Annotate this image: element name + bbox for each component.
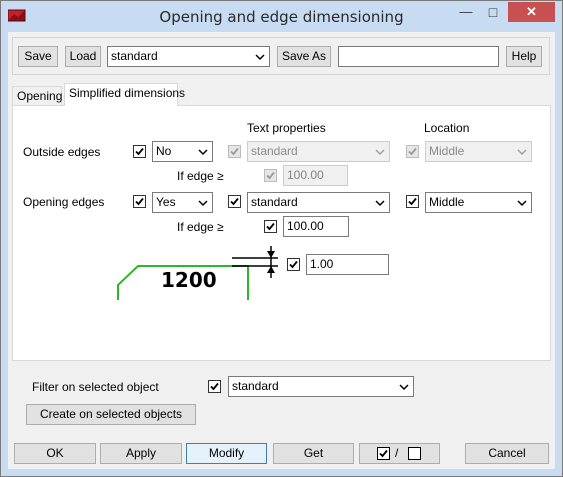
outside-if-edge-checkbox[interactable] — [264, 169, 277, 182]
minimize-button[interactable]: — — [453, 2, 479, 22]
load-button[interactable]: Load — [65, 46, 101, 67]
outside-edges-label: Outside edges — [23, 145, 101, 159]
get-button[interactable]: Get — [273, 443, 354, 464]
checkmark-icon — [230, 147, 239, 156]
outside-if-edge-input[interactable]: 100.00 — [283, 165, 348, 186]
checkmark-icon — [266, 222, 275, 231]
save-button[interactable]: Save — [18, 46, 58, 67]
opening-edges-dropdown-value: Yes — [156, 195, 176, 209]
filter-label: Filter on selected object — [32, 380, 159, 394]
opening-if-edge-input[interactable]: 100.00 — [283, 216, 349, 237]
cancel-button[interactable]: Cancel — [465, 443, 549, 464]
opening-if-edge-label: If edge ≥ — [177, 220, 224, 234]
outside-edges-location-value: Middle — [429, 144, 465, 158]
opening-edges-text-checkbox[interactable] — [228, 195, 241, 208]
checkmark-icon — [230, 197, 239, 206]
outside-edges-dropdown-value: No — [156, 144, 172, 158]
chevron-down-icon — [196, 142, 210, 161]
ok-button[interactable]: OK — [14, 443, 96, 464]
opening-edges-text-value: standard — [251, 195, 298, 209]
filter-dropdown-value: standard — [232, 379, 279, 393]
title-bar[interactable]: Opening and edge dimensioning — □ ✕ — [1, 1, 562, 32]
checkmark-icon — [135, 197, 144, 206]
save-as-name-input[interactable] — [338, 46, 499, 67]
create-on-selected-button[interactable]: Create on selected objects — [26, 404, 196, 425]
checkmark-icon — [210, 382, 219, 391]
chevron-down-icon — [253, 47, 267, 66]
filter-checkbox[interactable] — [208, 380, 221, 393]
chevron-down-icon — [515, 193, 529, 212]
dialog-window: Opening and edge dimensioning — □ ✕ Save… — [0, 0, 563, 477]
apply-button[interactable]: Apply — [100, 443, 182, 464]
location-header: Location — [424, 121, 470, 135]
chevron-down-icon — [515, 142, 529, 161]
chevron-down-icon — [196, 193, 210, 212]
preview-dimension-text: 1200 — [161, 268, 217, 292]
checkmark-icon — [135, 147, 144, 156]
checkmark-icon — [408, 197, 417, 206]
toggle-all-checkboxes-button[interactable]: / — [359, 443, 440, 464]
chevron-down-icon — [373, 142, 387, 161]
outside-if-edge-label: If edge ≥ — [177, 169, 224, 183]
tab-opening[interactable]: Opening — [12, 86, 62, 106]
close-button[interactable]: ✕ — [508, 2, 555, 22]
opening-edges-checkbox[interactable] — [133, 195, 146, 208]
unchecked-box-icon — [408, 447, 421, 460]
outside-edges-text-dropdown[interactable]: standard — [247, 141, 390, 162]
checkmark-icon — [289, 260, 298, 269]
outside-edges-location-checkbox[interactable] — [406, 145, 419, 158]
tab-simplified-dimensions[interactable]: Simplified dimensions — [64, 83, 185, 106]
opening-edges-location-checkbox[interactable] — [406, 195, 419, 208]
chevron-down-icon — [397, 377, 411, 396]
chevron-down-icon — [373, 193, 387, 212]
filter-dropdown[interactable]: standard — [228, 376, 414, 397]
opening-edges-location-dropdown[interactable]: Middle — [425, 192, 532, 213]
maximize-button[interactable]: □ — [480, 2, 506, 22]
checkmark-icon — [266, 171, 275, 180]
offset-input[interactable]: 1.00 — [306, 254, 389, 275]
outside-edges-text-checkbox[interactable] — [228, 145, 241, 158]
offset-checkbox[interactable] — [287, 258, 300, 271]
opening-edges-label: Opening edges — [23, 195, 105, 209]
preset-dropdown[interactable]: standard — [107, 46, 270, 67]
checked-box-icon — [377, 447, 390, 460]
opening-edges-dropdown[interactable]: Yes — [152, 192, 213, 213]
text-properties-header: Text properties — [247, 121, 326, 135]
outside-edges-checkbox[interactable] — [133, 145, 146, 158]
opening-edges-location-value: Middle — [429, 195, 465, 209]
dialog-client-area: Save Load standard Save As Help Opening … — [8, 32, 555, 469]
outside-edges-text-value: standard — [251, 144, 298, 158]
checkmark-icon — [408, 147, 417, 156]
modify-button[interactable]: Modify — [186, 443, 267, 464]
outside-edges-dropdown[interactable]: No — [152, 141, 213, 162]
opening-if-edge-checkbox[interactable] — [264, 220, 277, 233]
outside-edges-location-dropdown[interactable]: Middle — [425, 141, 532, 162]
save-as-button[interactable]: Save As — [277, 46, 331, 67]
help-button[interactable]: Help — [506, 46, 542, 67]
toggle-separator: / — [395, 446, 399, 460]
opening-edges-text-dropdown[interactable]: standard — [247, 192, 390, 213]
preset-dropdown-value: standard — [111, 49, 158, 63]
